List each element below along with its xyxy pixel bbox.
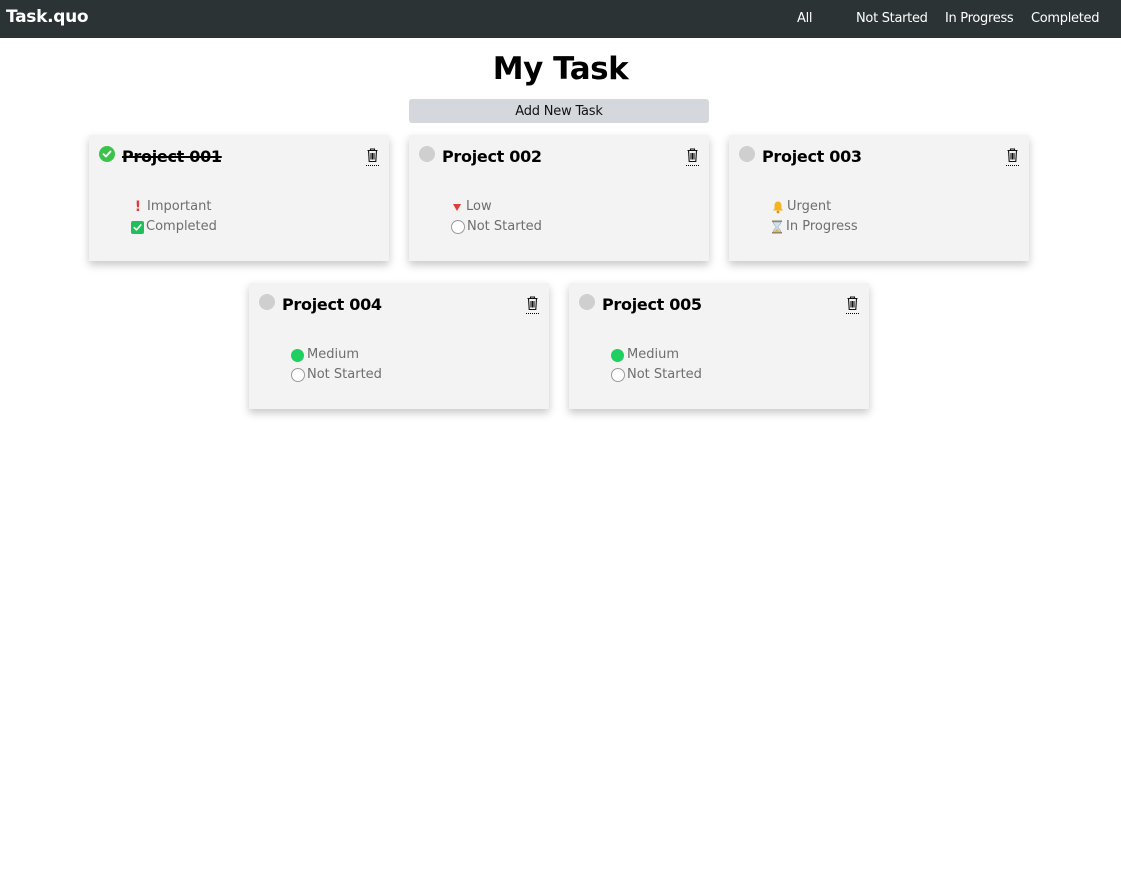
trash-icon[interactable]	[526, 295, 539, 314]
task-card: Project 001 ! Important Completed	[89, 135, 389, 261]
priority-label: Medium	[627, 347, 679, 362]
priority-row: ! Important	[131, 197, 217, 217]
status-label: Not Started	[307, 367, 382, 382]
nav-link-not-started[interactable]: Not Started	[856, 11, 928, 26]
priority-row: Urgent	[771, 197, 858, 217]
trash-icon[interactable]	[1006, 147, 1019, 166]
check-circle-icon[interactable]	[99, 146, 115, 162]
priority-row: Medium	[291, 345, 382, 365]
status-circle-icon[interactable]	[579, 294, 595, 310]
trash-icon[interactable]	[366, 147, 379, 166]
task-card: Project 003 Urgent In Progress	[729, 135, 1029, 261]
trash-icon[interactable]	[686, 147, 699, 166]
task-card: Project 004 Medium Not Started	[249, 283, 549, 409]
priority-label: Important	[147, 199, 212, 214]
exclamation-icon: !	[134, 199, 142, 215]
task-title: Project 005	[602, 295, 702, 314]
empty-circle-icon	[451, 220, 465, 234]
page-title: My Task	[492, 51, 629, 87]
status-circle-icon[interactable]	[739, 146, 755, 162]
task-title: Project 001	[122, 147, 222, 166]
status-label: Not Started	[467, 219, 542, 234]
empty-circle-icon	[291, 368, 305, 382]
task-title: Project 004	[282, 295, 382, 314]
brand-logo[interactable]: Task.quo	[6, 7, 89, 27]
priority-label: Urgent	[787, 199, 832, 214]
priority-row: Low	[451, 197, 542, 217]
task-title: Project 003	[762, 147, 862, 166]
priority-label: Low	[466, 199, 492, 214]
triangle-down-icon	[453, 203, 461, 211]
status-row: Not Started	[611, 365, 702, 385]
navbar: Task.quo All Not Started In Progress Com…	[0, 0, 1121, 38]
task-title: Project 002	[442, 147, 542, 166]
trash-icon[interactable]	[846, 295, 859, 314]
green-circle-icon	[611, 348, 624, 362]
status-label: Not Started	[627, 367, 702, 382]
task-card: Project 002 Low Not Started	[409, 135, 709, 261]
nav-link-all[interactable]: All	[797, 11, 813, 26]
priority-row: Medium	[611, 345, 702, 365]
green-circle-icon	[291, 348, 304, 362]
status-label: Completed	[146, 219, 217, 234]
checkbox-checked-icon	[131, 220, 144, 234]
add-new-task-button[interactable]: Add New Task	[409, 99, 709, 123]
nav-link-in-progress[interactable]: In Progress	[945, 11, 1014, 26]
status-label: In Progress	[786, 219, 858, 234]
status-circle-icon[interactable]	[259, 294, 275, 310]
status-row: In Progress	[771, 217, 858, 237]
status-row: Completed	[131, 217, 217, 237]
status-row: Not Started	[451, 217, 542, 237]
task-card: Project 005 Medium Not Started	[569, 283, 869, 409]
task-meta: Low Not Started	[451, 197, 542, 237]
priority-label: Medium	[307, 347, 359, 362]
task-meta: Medium Not Started	[611, 345, 702, 385]
bell-icon	[771, 200, 785, 214]
hourglass-icon	[771, 220, 783, 234]
task-meta: Medium Not Started	[291, 345, 382, 385]
nav-link-completed[interactable]: Completed	[1031, 11, 1100, 26]
status-row: Not Started	[291, 365, 382, 385]
empty-circle-icon	[611, 368, 625, 382]
task-meta: Urgent In Progress	[771, 197, 858, 237]
task-meta: ! Important Completed	[131, 197, 217, 237]
status-circle-icon[interactable]	[419, 146, 435, 162]
